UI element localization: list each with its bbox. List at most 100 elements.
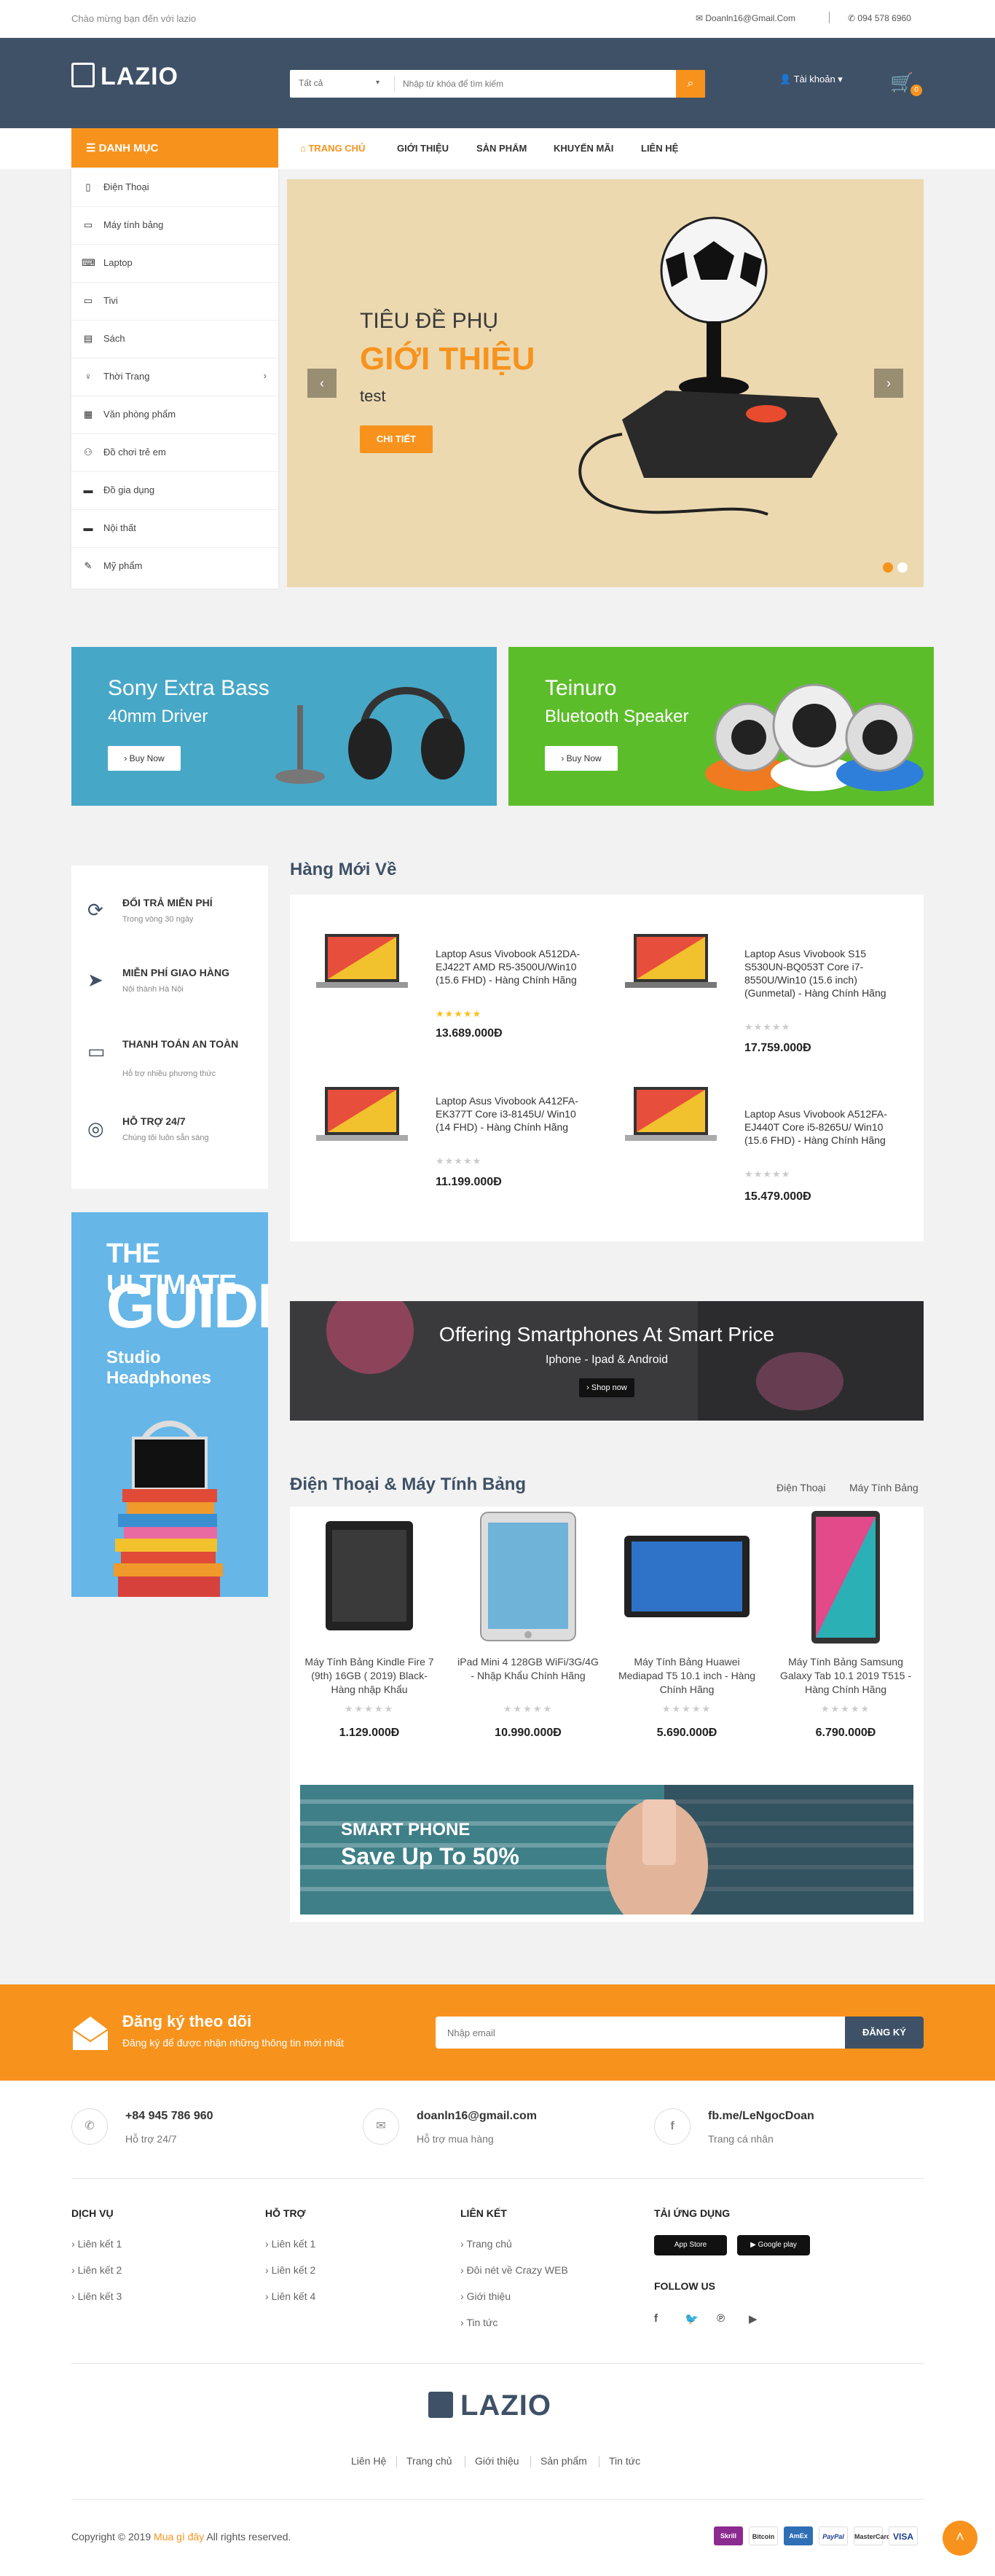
footer-bottom-link[interactable]: Giới thiệu — [475, 2455, 519, 2467]
caret-down-icon: ▾ — [838, 74, 843, 85]
smartphone-promo-banner[interactable]: Offering Smartphones At Smart Price Ipho… — [290, 1301, 924, 1421]
slide-description: test — [360, 387, 386, 405]
footer-link[interactable]: › Đôi nét về Crazy WEB — [460, 2264, 568, 2276]
banner-subtitle: Bluetooth Speaker — [545, 707, 689, 726]
nav-about[interactable]: GIỚI THIỆU — [397, 143, 449, 154]
sidebar-item-books[interactable]: ▤ Sách — [71, 321, 278, 358]
youtube-icon[interactable]: ▶ — [749, 2312, 758, 2325]
product-card[interactable]: Máy Tính Bảng Kindle Fire 7 (9th) 16GB (… — [290, 1507, 449, 1791]
sidebar-item-tablet[interactable]: ▭ Máy tính bảng — [71, 207, 278, 245]
buy-now-button[interactable]: › Buy Now — [545, 746, 618, 771]
chevron-right-icon: › — [263, 370, 267, 381]
speaker-image — [705, 683, 924, 791]
footer-link[interactable]: › Liên kết 2 — [71, 2264, 122, 2276]
footer-link[interactable]: › Liên kết 3 — [71, 2290, 122, 2302]
divider — [71, 2363, 924, 2364]
phone-link[interactable]: ✆ 094 578 6960 — [848, 13, 911, 23]
copyright-link[interactable]: Mua gì đây — [154, 2531, 204, 2542]
footer-col-support-title: HỖ TRỢ — [265, 2207, 306, 2219]
back-to-top-button[interactable]: ˄ — [943, 2521, 978, 2556]
subscribe-email-input[interactable] — [436, 2017, 845, 2049]
policy-desc: Hỗ trợ nhiều phương thức — [122, 1069, 216, 1078]
nav-products[interactable]: SẢN PHẨM — [476, 143, 527, 154]
app-store-button[interactable]: App Store — [654, 2235, 727, 2255]
slider-prev-button[interactable]: ‹ — [307, 369, 337, 398]
sidebar-item-laptop[interactable]: ⌨ Laptop — [71, 245, 278, 283]
footer-link-label: Liên kết 3 — [77, 2290, 122, 2302]
footer-bottom-link[interactable]: Trang chủ — [406, 2455, 452, 2467]
nav-home[interactable]: ⌂ TRANG CHỦ — [300, 143, 365, 154]
product-card[interactable]: Máy Tính Bảng Huawei Mediapad T5 10.1 in… — [607, 1507, 766, 1791]
logo[interactable]: LAZIO — [71, 63, 178, 91]
banner-subtitle: 40mm Driver — [108, 707, 208, 726]
guide-banner[interactable]: THE ULTIMATE GUIDE Studio Headphones — [71, 1212, 268, 1597]
footer-link[interactable]: › Liên kết 1 — [265, 2238, 315, 2250]
product-card[interactable]: Laptop Asus Vivobook A512FA-EJ440T Core … — [599, 1062, 905, 1203]
guide-line2: GUIDE — [106, 1271, 268, 1341]
search-category-select[interactable]: Tất cả — [299, 78, 386, 88]
search-input[interactable] — [403, 76, 665, 92]
banner-line2: Save Up To 50% — [341, 1843, 519, 1869]
banner-speaker[interactable]: Teinuro Bluetooth Speaker › Buy Now — [508, 647, 934, 806]
footer-link-label: Tin tức — [466, 2317, 498, 2328]
sidebar-item-phone[interactable]: ▯ Điện Thoại — [71, 169, 278, 207]
twitter-icon[interactable]: 🐦 — [685, 2312, 699, 2325]
sidebar-item-furniture[interactable]: ▬ Nội thất — [71, 510, 278, 548]
smartphone-sale-banner[interactable]: SMART PHONE Save Up To 50% — [300, 1785, 913, 1915]
nav-home-label: TRANG CHỦ — [308, 143, 366, 154]
sidebar-item-label: Mỹ phẩm — [103, 560, 143, 571]
cosmetics-icon: ✎ — [84, 560, 93, 571]
play-icon: ▶ — [750, 2241, 758, 2249]
search-button[interactable]: ⌕ — [676, 70, 705, 98]
cart-count-badge: 0 — [911, 85, 922, 96]
buy-now-button[interactable]: › Buy Now — [108, 746, 181, 771]
contact-email[interactable]: doanln16@gmail.com — [417, 2110, 537, 2123]
footer-link[interactable]: › Liên kết 1 — [71, 2238, 122, 2250]
footer-bottom-link[interactable]: Liên Hệ — [351, 2455, 386, 2467]
sidebar-item-tv[interactable]: ▭ Tivi — [71, 283, 278, 321]
category-menu-button[interactable]: ☰ DANH MỤC — [71, 128, 278, 168]
logo-text: LAZIO — [101, 63, 178, 90]
product-card[interactable]: Laptop Asus Vivobook A412FA-EK377T Core … — [290, 1062, 596, 1201]
sidebar-item-fashion[interactable]: ♀ Thời Trang › — [71, 358, 278, 396]
slider-next-button[interactable]: › — [874, 369, 903, 398]
product-card[interactable]: Laptop Asus Vivobook A512DA-EJ422T AMD R… — [290, 909, 596, 1048]
product-card[interactable]: Laptop Asus Vivobook S15 S530UN-BQ053T C… — [599, 909, 905, 1054]
tab-phones[interactable]: Điện Thoại — [776, 1482, 825, 1493]
product-card[interactable]: iPad Mini 4 128GB WiFi/3G/4G - Nhập Khẩu… — [449, 1507, 607, 1791]
nav-contact[interactable]: LIÊN HỆ — [641, 143, 678, 154]
facebook-icon[interactable]: f — [654, 2312, 658, 2325]
contact-facebook[interactable]: fb.me/LeNgocDoan — [708, 2110, 814, 2123]
shop-now-button[interactable]: › Shop now — [579, 1378, 634, 1397]
sidebar-item-cosmetics[interactable]: ✎ Mỹ phẩm — [71, 548, 278, 586]
slide-detail-button[interactable]: CHI TIẾT — [360, 425, 433, 453]
tab-tablets[interactable]: Máy Tính Bảng — [849, 1482, 919, 1493]
new-products-grid: Laptop Asus Vivobook A512DA-EJ422T AMD R… — [290, 895, 924, 1241]
slider-dot-1[interactable] — [883, 562, 893, 573]
email-link[interactable]: ✉ Doanln16@Gmail.Com — [696, 13, 795, 23]
footer-logo[interactable]: LAZIO — [428, 2390, 551, 2422]
pinterest-icon[interactable]: ℗ — [717, 2312, 725, 2325]
sidebar-item-toys[interactable]: ⚇ Đồ chơi trẻ em — [71, 434, 278, 472]
footer-link[interactable]: › Giới thiệu — [460, 2290, 511, 2302]
google-play-button[interactable]: ▶ Google play — [737, 2235, 810, 2255]
footer-link[interactable]: › Liên kết 2 — [265, 2264, 315, 2276]
banner-headphones[interactable]: Sony Extra Bass 40mm Driver › Buy Now — [71, 647, 497, 806]
sidebar-item-appliances[interactable]: ▬ Đồ gia dụng — [71, 472, 278, 510]
slider-dot-2[interactable] — [897, 562, 908, 573]
contact-phone[interactable]: +84 945 786 960 — [125, 2110, 213, 2123]
footer-bottom-link[interactable]: Tin tức — [609, 2455, 640, 2467]
laptop-image — [625, 934, 717, 988]
footer-link[interactable]: › Trang chủ — [460, 2238, 512, 2250]
footer-link[interactable]: › Tin tức — [460, 2317, 498, 2328]
product-card[interactable]: Máy Tính Bảng Samsung Galaxy Tab 10.1 20… — [766, 1507, 925, 1791]
nav-promotions[interactable]: KHUYẾN MÃI — [554, 143, 613, 154]
footer-bottom-link[interactable]: Sản phẩm — [540, 2455, 587, 2467]
sidebar-item-stationery[interactable]: ▦ Văn phòng phẩm — [71, 396, 278, 434]
fashion-icon: ♀ — [84, 371, 92, 382]
subscribe-button[interactable]: ĐĂNG KÝ — [845, 2017, 924, 2049]
footer-link[interactable]: › Liên kết 4 — [265, 2290, 315, 2302]
envelope-icon — [72, 2017, 109, 2050]
account-menu[interactable]: 👤 Tài khoản ▾ — [779, 74, 843, 85]
banner-title: Teinuro — [545, 676, 617, 700]
